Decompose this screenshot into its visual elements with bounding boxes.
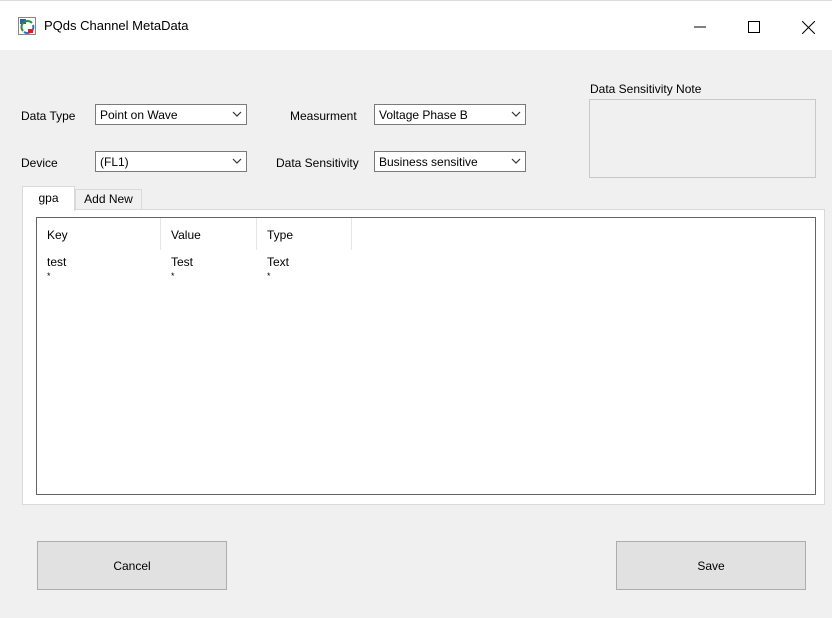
data-type-value: Point on Wave — [100, 108, 178, 122]
tab-add-new[interactable]: Add New — [75, 189, 142, 210]
window-title: PQds Channel MetaData — [44, 18, 189, 33]
maximize-button[interactable] — [742, 17, 766, 37]
measurement-value: Voltage Phase B — [379, 108, 468, 122]
data-type-label: Data Type — [21, 109, 76, 123]
device-value: (FL1) — [100, 155, 129, 169]
data-sensitivity-label: Data Sensitivity — [276, 156, 359, 170]
cell-type[interactable]: Text — [267, 255, 289, 269]
device-label: Device — [21, 156, 58, 170]
new-row-key[interactable]: * — [47, 271, 51, 281]
tab-label: Add New — [84, 192, 133, 206]
minimize-button[interactable] — [688, 17, 712, 37]
title-bar: PQds Channel MetaData — [0, 0, 832, 50]
sensitivity-note-label: Data Sensitivity Note — [590, 82, 702, 96]
chevron-down-icon — [232, 158, 242, 164]
data-type-select[interactable]: Point on Wave — [95, 104, 247, 125]
app-icon — [18, 17, 36, 35]
data-sensitivity-value: Business sensitive — [379, 155, 478, 169]
new-row-value[interactable]: * — [171, 271, 175, 281]
chevron-down-icon — [511, 111, 521, 117]
device-select[interactable]: (FL1) — [95, 151, 247, 172]
save-button[interactable]: Save — [616, 541, 806, 590]
column-header-type[interactable]: Type — [257, 218, 352, 250]
close-button[interactable] — [796, 17, 820, 37]
measurement-label: Measurment — [290, 109, 357, 123]
data-sensitivity-select[interactable]: Business sensitive — [374, 151, 526, 172]
chevron-down-icon — [511, 158, 521, 164]
maximize-icon — [748, 21, 760, 33]
column-header-key[interactable]: Key — [37, 218, 161, 250]
metadata-grid[interactable]: Key Value Type test Test Text * * * — [36, 217, 816, 495]
cancel-button[interactable]: Cancel — [37, 541, 227, 590]
tab-label: gpa — [38, 191, 59, 205]
minimize-icon — [694, 26, 706, 28]
sensitivity-note-field[interactable] — [589, 99, 816, 178]
chevron-down-icon — [232, 111, 242, 117]
close-icon — [801, 20, 815, 34]
measurement-select[interactable]: Voltage Phase B — [374, 104, 526, 125]
tab-gpa[interactable]: gpa — [22, 186, 75, 211]
column-header-value[interactable]: Value — [161, 218, 257, 250]
cell-value[interactable]: Test — [171, 255, 193, 269]
new-row-type[interactable]: * — [267, 271, 271, 281]
cell-key[interactable]: test — [47, 255, 66, 269]
